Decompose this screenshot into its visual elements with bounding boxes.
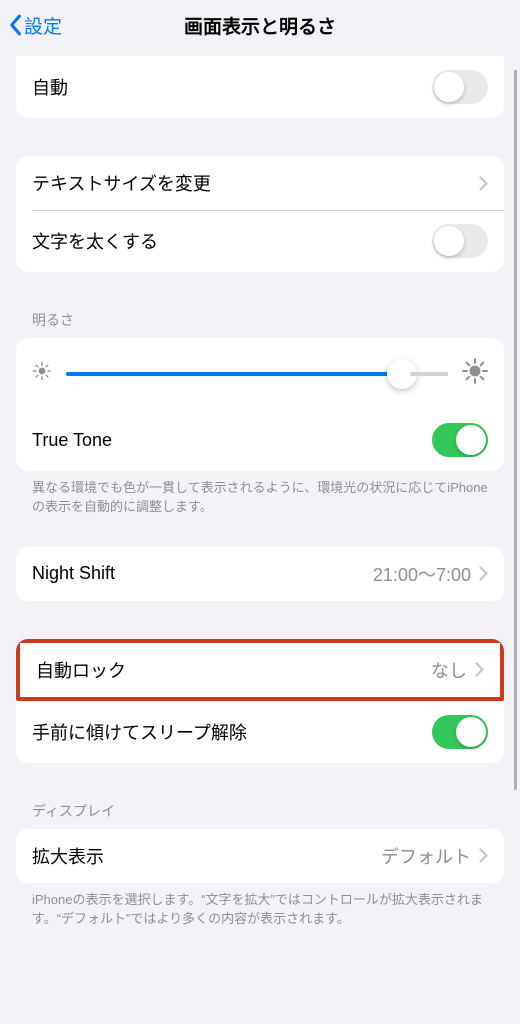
raise-to-wake-toggle[interactable] [432,715,488,749]
display-group: 拡大表示 デフォルト [16,829,504,883]
display-zoom-row[interactable]: 拡大表示 デフォルト [16,829,504,883]
true-tone-row: True Tone [16,409,504,471]
brightness-group: True Tone [16,338,504,471]
auto-lock-label: 自動ロック [36,657,126,683]
raise-to-wake-label: 手前に傾けてスリープ解除 [32,719,247,745]
true-tone-footer: 異なる環境でも色が一貫して表示されるように、環境光の状況に応じてiPhoneの表… [16,471,504,517]
chevron-right-icon [479,176,488,191]
back-label: 設定 [24,12,62,39]
night-shift-row[interactable]: Night Shift 21:00〜7:00 [16,547,504,601]
display-zoom-label: 拡大表示 [32,843,104,869]
brightness-header: 明るさ [16,310,504,338]
bold-text-toggle[interactable] [432,224,488,258]
auto-label: 自動 [32,74,68,100]
text-size-label: テキストサイズを変更 [32,170,211,196]
display-header: ディスプレイ [16,801,504,829]
night-shift-value: 21:00〜7:00 [373,561,471,587]
toggle-knob [434,72,464,102]
scroll-indicator[interactable] [514,70,517,790]
auto-lock-row[interactable]: 自動ロック なし [20,643,500,697]
bold-text-label: 文字を太くする [32,228,158,254]
text-group: テキストサイズを変更 文字を太くする [16,156,504,272]
bold-text-row: 文字を太くする [16,210,504,272]
display-zoom-value: デフォルト [381,843,471,869]
text-size-row[interactable]: テキストサイズを変更 [16,156,504,210]
appearance-group: 自動 [16,56,504,118]
display-footer: iPhoneの表示を選択します。“文字を拡大”ではコントロールが拡大表示されます… [16,883,504,929]
lock-group: 自動ロック なし 手前に傾けてスリープ解除 [16,639,504,763]
chevron-right-icon [475,662,484,677]
back-button[interactable]: 設定 [0,12,62,39]
toggle-knob [434,226,464,256]
brightness-slider-row [16,338,504,409]
brightness-slider[interactable] [66,372,448,376]
toggle-knob [456,425,486,455]
highlight-annotation: 自動ロック なし [16,639,504,701]
auto-lock-value: なし [431,657,467,683]
true-tone-label: True Tone [32,430,112,451]
true-tone-toggle[interactable] [432,423,488,457]
chevron-right-icon [479,848,488,863]
chevron-left-icon [8,14,22,36]
night-shift-group: Night Shift 21:00〜7:00 [16,547,504,601]
page-title: 画面表示と明るさ [184,12,336,39]
chevron-right-icon [479,566,488,581]
toggle-knob [456,717,486,747]
slider-thumb[interactable] [387,359,417,389]
sun-small-icon [32,361,52,386]
night-shift-label: Night Shift [32,563,115,584]
sun-large-icon [462,358,488,389]
auto-toggle[interactable] [432,70,488,104]
raise-to-wake-row: 手前に傾けてスリープ解除 [16,701,504,763]
auto-appearance-row: 自動 [16,56,504,118]
nav-header: 設定 画面表示と明るさ [0,0,520,50]
